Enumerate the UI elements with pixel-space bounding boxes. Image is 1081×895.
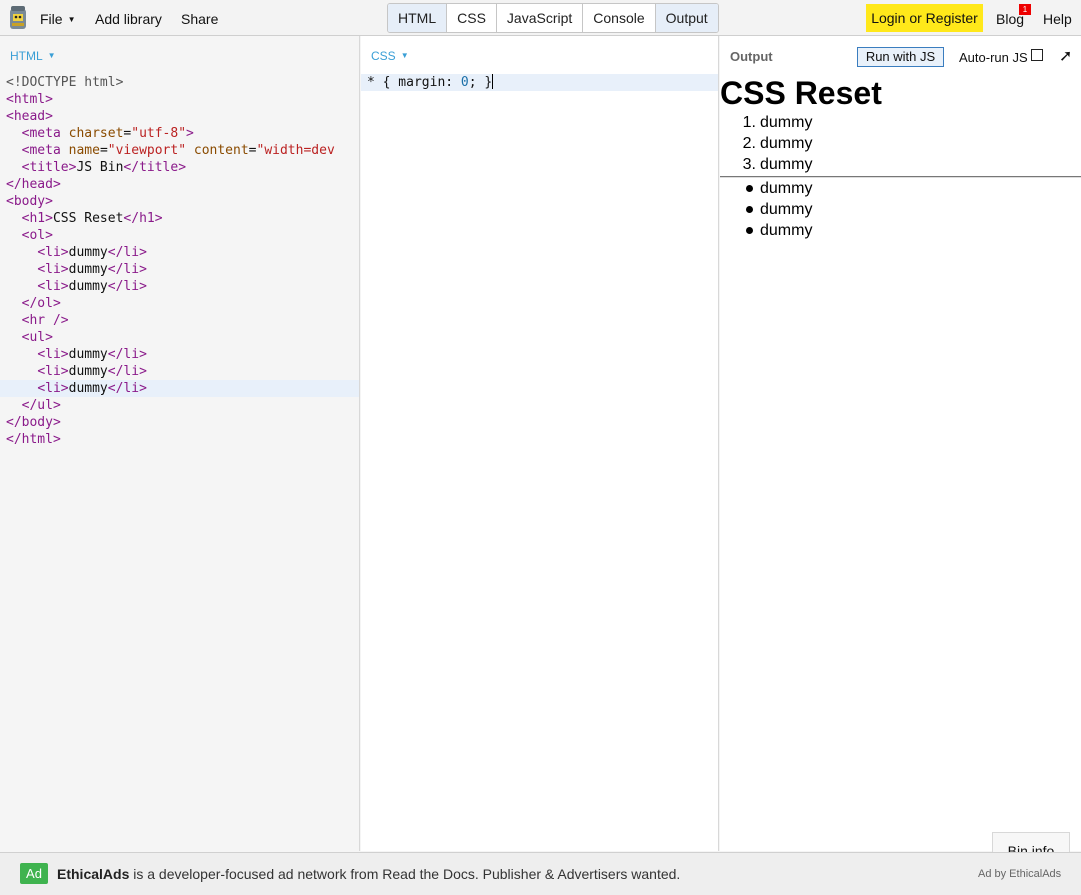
code-line: </ul> xyxy=(21,398,61,413)
run-with-js-button[interactable]: Run with JS xyxy=(857,47,944,67)
ad-bar: Ad EthicalAds is a developer-focused ad … xyxy=(0,852,1081,895)
list-item: 1. dummy xyxy=(720,112,1081,133)
tab-console[interactable]: Console xyxy=(583,4,656,32)
list-item-text: dummy xyxy=(760,135,813,152)
preview-ordered-list: 1. dummy 2. dummy 3. dummy xyxy=(720,112,1081,175)
code-line: </html> xyxy=(6,432,61,447)
chevron-down-icon: ▼ xyxy=(67,15,76,24)
list-item: dummy xyxy=(720,220,1081,241)
tab-css[interactable]: CSS xyxy=(447,4,497,32)
autorun-js-label: Auto-run JS xyxy=(959,50,1028,65)
code-line: </ol> xyxy=(21,296,61,311)
code-line: <li>dummy</li> xyxy=(0,380,359,397)
list-item: dummy xyxy=(720,199,1081,220)
css-panel: CSS ▼ * { margin: 0; } xyxy=(361,36,719,851)
list-item: 2. dummy xyxy=(720,133,1081,154)
code-line: <body> xyxy=(6,194,53,209)
output-preview: CSS Reset 1. dummy 2. dummy 3. dummy dummy … xyxy=(720,74,1081,241)
code-line: <head> xyxy=(6,109,53,124)
preview-heading: CSS Reset xyxy=(720,75,882,111)
list-item: 3. dummy xyxy=(720,154,1081,175)
code-line: <li>dummy</li> xyxy=(37,279,147,294)
html-code-editor[interactable]: <!DOCTYPE html> <html> <head> <meta charse… xyxy=(0,74,359,448)
html-panel: HTML ▼ <!DOCTYPE html> <html> <head> <meta … xyxy=(0,36,360,851)
code-line: <hr /> xyxy=(21,313,69,328)
popout-arrow-icon[interactable]: ➚ xyxy=(1059,46,1072,66)
chevron-down-icon: ▼ xyxy=(400,51,409,60)
ad-text[interactable]: EthicalAds is a developer-focused ad net… xyxy=(57,866,680,882)
list-item-text: dummy xyxy=(760,114,813,131)
panel-tabs: HTML CSS JavaScript Console Output xyxy=(387,3,719,33)
ad-badge: Ad xyxy=(20,863,48,884)
file-menu-label: File xyxy=(40,11,63,27)
ad-description: is a developer-focused ad network from R… xyxy=(129,866,681,882)
output-panel: Output Run with JS Auto-run JS ➚ CSS Res… xyxy=(720,36,1081,851)
code-line: <li>dummy</li> xyxy=(37,364,147,379)
code-line: <li>dummy</li> xyxy=(37,347,147,362)
code-line: <meta name="viewport" content="width=dev xyxy=(21,143,335,158)
autorun-js-checkbox[interactable] xyxy=(1031,49,1043,61)
code-line: </head> xyxy=(6,177,61,192)
code-line: <h1>CSS Reset</h1> xyxy=(21,211,163,226)
code-line: * { margin: 0; } xyxy=(361,74,718,91)
tab-output[interactable]: Output xyxy=(655,4,718,32)
login-register-button[interactable]: Login or Register xyxy=(866,4,983,32)
css-panel-label-text: CSS xyxy=(371,49,396,63)
text-cursor xyxy=(492,74,494,89)
list-marker: 1. xyxy=(742,114,756,131)
code-line: </body> xyxy=(6,415,61,430)
help-link[interactable]: Help xyxy=(1043,11,1072,27)
list-item-text: dummy xyxy=(760,201,813,218)
list-marker: 3. xyxy=(742,156,756,173)
code-line: <li>dummy</li> xyxy=(37,245,147,260)
top-bar: File ▼ Add library Share HTML CSS JavaScr… xyxy=(0,0,1081,36)
code-line: <!DOCTYPE html> xyxy=(6,75,124,90)
bullet-icon xyxy=(746,227,753,234)
share-menu[interactable]: Share xyxy=(181,11,218,27)
tab-html[interactable]: HTML xyxy=(388,4,448,32)
bullet-icon xyxy=(746,206,753,213)
css-panel-label[interactable]: CSS ▼ xyxy=(371,49,409,63)
code-line: <title>JS Bin</title> xyxy=(21,160,187,175)
tab-javascript[interactable]: JavaScript xyxy=(497,4,584,32)
bullet-icon xyxy=(746,185,753,192)
code-line: <ul> xyxy=(21,330,53,345)
bin-info-button[interactable]: Bin info xyxy=(992,832,1070,852)
code-line: <html> xyxy=(6,92,53,107)
code-line: <li>dummy</li> xyxy=(37,262,147,277)
css-code-editor[interactable]: * { margin: 0; } xyxy=(361,74,718,91)
html-panel-label[interactable]: HTML ▼ xyxy=(10,49,56,63)
list-item-text: dummy xyxy=(760,222,813,239)
ad-brand: EthicalAds xyxy=(57,866,130,882)
code-line: <meta charset="utf-8"> xyxy=(21,126,194,141)
jsbin-logo-icon[interactable] xyxy=(8,5,28,31)
output-panel-label: Output xyxy=(730,49,773,64)
css-code-text: * { margin: 0; } xyxy=(367,75,493,90)
chevron-down-icon: ▼ xyxy=(47,51,56,60)
html-panel-label-text: HTML xyxy=(10,49,43,63)
blog-notification-badge: 1 xyxy=(1019,4,1031,15)
list-marker: 2. xyxy=(742,135,756,152)
add-library-menu[interactable]: Add library xyxy=(95,11,162,27)
code-line: <ol> xyxy=(21,228,53,243)
ad-by-link[interactable]: Ad by EthicalAds xyxy=(978,868,1061,880)
list-item-text: dummy xyxy=(760,180,813,197)
preview-unordered-list: dummy dummy dummy xyxy=(720,178,1081,241)
list-item: dummy xyxy=(720,178,1081,199)
file-menu[interactable]: File ▼ xyxy=(40,11,75,27)
list-item-text: dummy xyxy=(760,156,813,173)
